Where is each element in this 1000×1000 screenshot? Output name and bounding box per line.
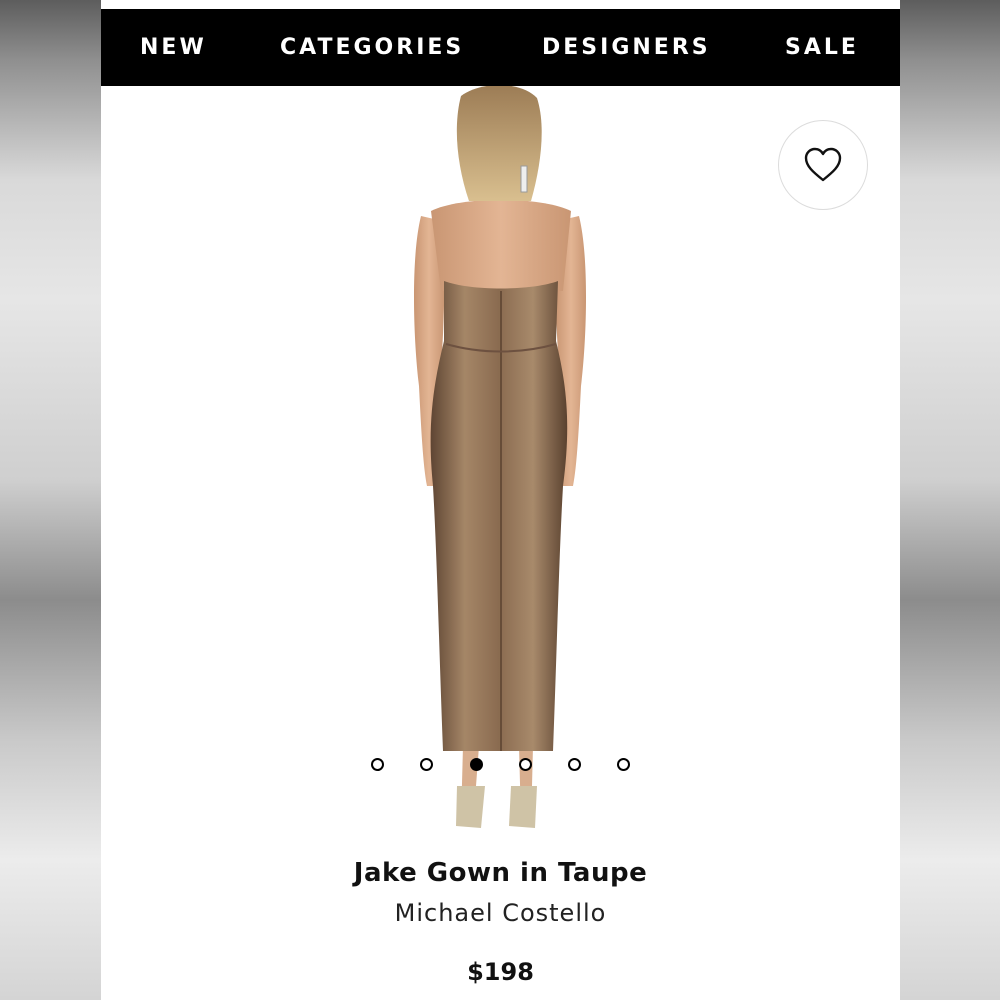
carousel-dot-5[interactable] <box>568 758 581 771</box>
product-photo[interactable] <box>101 86 900 846</box>
product-page: NEW CATEGORIES DESIGNERS SALE Jake Gown … <box>101 0 900 1000</box>
heart-icon <box>804 147 842 182</box>
product-title: Jake Gown in Taupe <box>353 858 648 888</box>
favorite-button[interactable] <box>778 120 868 210</box>
nav-categories[interactable]: CATEGORIES <box>280 9 464 86</box>
left-frame <box>0 0 101 1000</box>
nav-designers[interactable]: DESIGNERS <box>542 9 711 86</box>
carousel-dot-4[interactable] <box>519 758 532 771</box>
carousel-dot-6[interactable] <box>617 758 630 771</box>
right-frame <box>900 0 1000 1000</box>
product-price: $198 <box>467 958 534 986</box>
carousel-indicator <box>367 756 637 776</box>
carousel-dot-2[interactable] <box>420 758 433 771</box>
top-nav: NEW CATEGORIES DESIGNERS SALE <box>101 9 900 86</box>
nav-sale[interactable]: SALE <box>785 9 859 86</box>
nav-new[interactable]: NEW <box>140 9 207 86</box>
carousel-dot-3[interactable] <box>470 758 483 771</box>
carousel-dot-1[interactable] <box>371 758 384 771</box>
product-designer[interactable]: Michael Costello <box>101 899 900 927</box>
